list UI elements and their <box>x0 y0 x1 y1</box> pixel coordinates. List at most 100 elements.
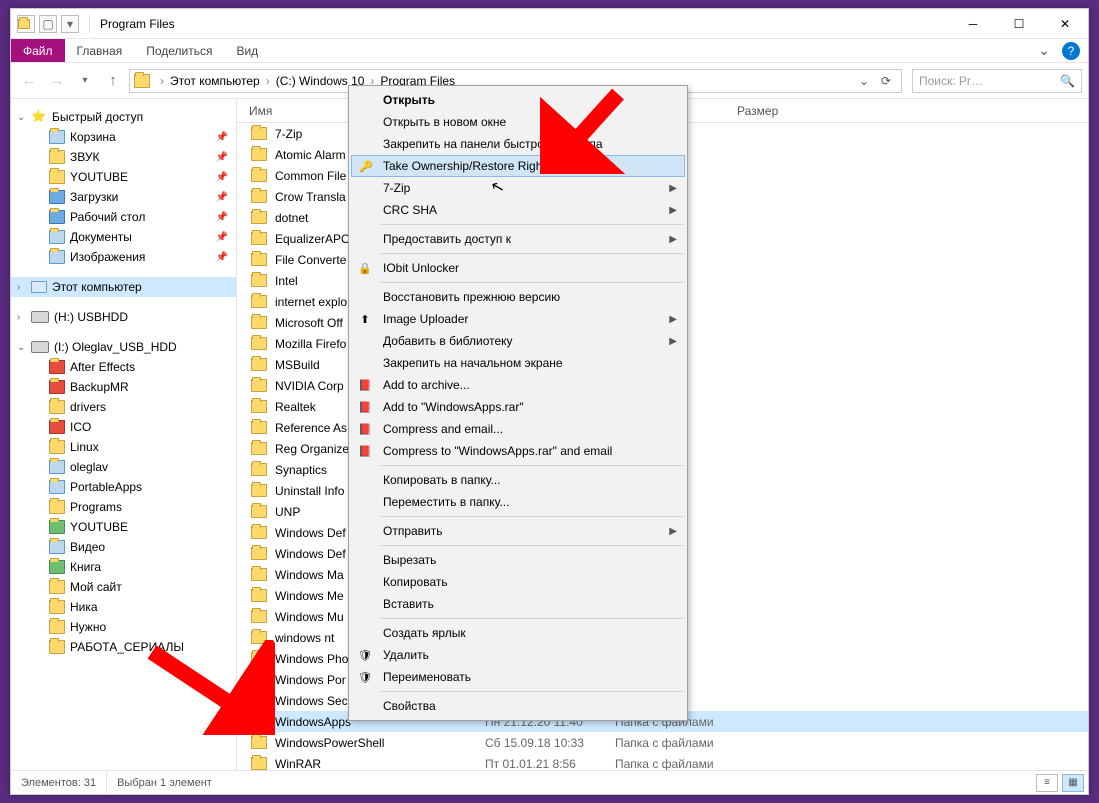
sidebar-item-label: YOUTUBE <box>70 520 128 534</box>
sidebar-item-label: Ника <box>70 600 98 614</box>
star-icon: ⭐ <box>31 109 47 125</box>
sidebar-item[interactable]: Загрузки📌 <box>11 187 236 207</box>
sidebar-item[interactable]: ЗВУК📌 <box>11 147 236 167</box>
view-details-icon[interactable]: ≡ <box>1036 774 1058 792</box>
expand-icon[interactable]: › <box>17 312 20 323</box>
menu-item[interactable]: 🔑Take Ownership/Restore Rights <box>351 155 685 177</box>
view-icons-icon[interactable]: ▦ <box>1062 774 1084 792</box>
refresh-icon[interactable]: ⟳ <box>875 70 897 92</box>
ribbon-tab-share[interactable]: Поделиться <box>134 39 224 62</box>
sidebar-item[interactable]: Корзина📌 <box>11 127 236 147</box>
sidebar-item-label: ICO <box>70 420 91 434</box>
sidebar-item[interactable]: ICO <box>11 417 236 437</box>
nav-forward-icon[interactable]: → <box>45 69 69 93</box>
expand-icon[interactable]: ⌄ <box>17 342 25 353</box>
sidebar-item[interactable]: BackupMR <box>11 377 236 397</box>
menu-item[interactable]: Копировать <box>351 571 685 593</box>
breadcrumb-part[interactable]: Этот компьютер <box>170 74 260 88</box>
quick-access-btn2[interactable]: ▾ <box>61 15 79 33</box>
menu-item[interactable]: Добавить в библиотеку▶ <box>351 330 685 352</box>
table-row[interactable]: WinRARПт 01.01.21 8:56Папка с файлами <box>237 753 1088 770</box>
menu-item[interactable]: 📕Add to archive... <box>351 374 685 396</box>
menu-item[interactable]: 📕Compress and email... <box>351 418 685 440</box>
window-title: Program Files <box>100 17 175 31</box>
sidebar-item[interactable]: Мой сайт <box>11 577 236 597</box>
expand-icon[interactable]: › <box>17 282 20 293</box>
menu-item[interactable]: Свойства <box>351 695 685 717</box>
menu-item-label: 7-Zip <box>383 181 410 195</box>
sidebar-item[interactable]: Programs <box>11 497 236 517</box>
folder-icon <box>251 169 267 182</box>
ribbon-tab-home[interactable]: Главная <box>65 39 135 62</box>
sidebar-item[interactable]: oleglav <box>11 457 236 477</box>
menu-item[interactable]: Создать ярлык <box>351 622 685 644</box>
menu-item[interactable]: 🛡Удалить <box>351 644 685 666</box>
menu-item[interactable]: ⬆Image Uploader▶ <box>351 308 685 330</box>
menu-item[interactable]: Копировать в папку... <box>351 469 685 491</box>
pc-icon <box>31 281 47 293</box>
menu-item[interactable]: Восстановить прежнюю версию <box>351 286 685 308</box>
expand-icon[interactable]: ⌄ <box>17 112 25 123</box>
sidebar-item[interactable]: YOUTUBE <box>11 517 236 537</box>
menu-item[interactable]: Вырезать <box>351 549 685 571</box>
sidebar-item[interactable]: Рабочий стол📌 <box>11 207 236 227</box>
menu-separator <box>381 282 683 283</box>
folder-icon <box>49 480 65 494</box>
menu-item[interactable]: Отправить▶ <box>351 520 685 542</box>
menu-item[interactable]: 📕Add to "WindowsApps.rar" <box>351 396 685 418</box>
sidebar-item[interactable]: Ника <box>11 597 236 617</box>
menu-item[interactable]: Закрепить на начальном экране <box>351 352 685 374</box>
menu-item[interactable]: 📕Compress to "WindowsApps.rar" and email <box>351 440 685 462</box>
col-size[interactable]: Размер <box>737 99 817 122</box>
sidebar-item[interactable]: Видео <box>11 537 236 557</box>
menu-item[interactable]: CRC SHA▶ <box>351 199 685 221</box>
sidebar-item[interactable]: Linux <box>11 437 236 457</box>
submenu-arrow-icon: ▶ <box>669 314 677 325</box>
sidebar-item[interactable]: After Effects <box>11 357 236 377</box>
this-pc-root[interactable]: › Этот компьютер <box>11 277 236 297</box>
search-input[interactable]: Поиск: Pr… 🔍 <box>912 69 1082 93</box>
maximize-button[interactable]: ☐ <box>996 9 1042 39</box>
menu-item[interactable]: Открыть в новом окне <box>351 111 685 133</box>
folder-icon <box>49 620 65 634</box>
sidebar-item[interactable]: drivers <box>11 397 236 417</box>
menu-item[interactable]: Предоставить доступ к▶ <box>351 228 685 250</box>
sidebar-item[interactable]: Нужно <box>11 617 236 637</box>
sidebar-item[interactable]: YOUTUBE📌 <box>11 167 236 187</box>
menu-item[interactable]: 🔒IObit Unlocker <box>351 257 685 279</box>
breadcrumb-dropdown-icon[interactable]: ⌄ <box>853 70 875 92</box>
nav-history-icon[interactable]: ▾ <box>73 69 97 93</box>
menu-item[interactable]: Переместить в папку... <box>351 491 685 513</box>
minimize-button[interactable]: ─ <box>950 9 996 39</box>
file-date: Пт 01.01.21 8:56 <box>485 757 615 771</box>
close-button[interactable]: ✕ <box>1042 9 1088 39</box>
menu-item[interactable]: Открыть <box>351 89 685 111</box>
quick-access-btn1[interactable]: ▢ <box>39 15 57 33</box>
menu-item[interactable]: Закрепить на панели быстрого доступа <box>351 133 685 155</box>
menu-item[interactable]: 7-Zip▶ <box>351 177 685 199</box>
submenu-arrow-icon: ▶ <box>669 205 677 216</box>
sidebar-item[interactable]: Документы📌 <box>11 227 236 247</box>
drive-i-root[interactable]: ⌄ (I:) Oleglav_USB_HDD <box>11 337 236 357</box>
menu-item[interactable]: Вставить <box>351 593 685 615</box>
folder-icon <box>251 463 267 476</box>
sidebar-item[interactable]: PortableApps <box>11 477 236 497</box>
table-row[interactable]: WindowsPowerShellСб 15.09.18 10:33Папка … <box>237 732 1088 753</box>
nav-back-icon[interactable]: ← <box>17 69 41 93</box>
quick-access-root[interactable]: ⌄ ⭐ Быстрый доступ <box>11 107 236 127</box>
menu-item[interactable]: 🛡Переименовать <box>351 666 685 688</box>
nav-up-icon[interactable]: ↑ <box>101 69 125 93</box>
submenu-arrow-icon: ▶ <box>669 234 677 245</box>
folder-icon <box>251 547 267 560</box>
folder-icon <box>49 150 65 164</box>
ribbon-tab-view[interactable]: Вид <box>224 39 270 62</box>
ribbon-toggle-icon[interactable]: ⌄ <box>1032 42 1056 59</box>
drive-h-root[interactable]: › (H:) USBHDD <box>11 307 236 327</box>
menu-item-label: Take Ownership/Restore Rights <box>383 159 552 173</box>
folder-icon <box>251 610 267 623</box>
sidebar-item[interactable]: Книга <box>11 557 236 577</box>
ribbon-file[interactable]: Файл <box>11 39 65 62</box>
help-icon[interactable]: ? <box>1062 42 1080 60</box>
menu-item-label: Копировать в папку... <box>383 473 501 487</box>
sidebar-item[interactable]: Изображения📌 <box>11 247 236 267</box>
